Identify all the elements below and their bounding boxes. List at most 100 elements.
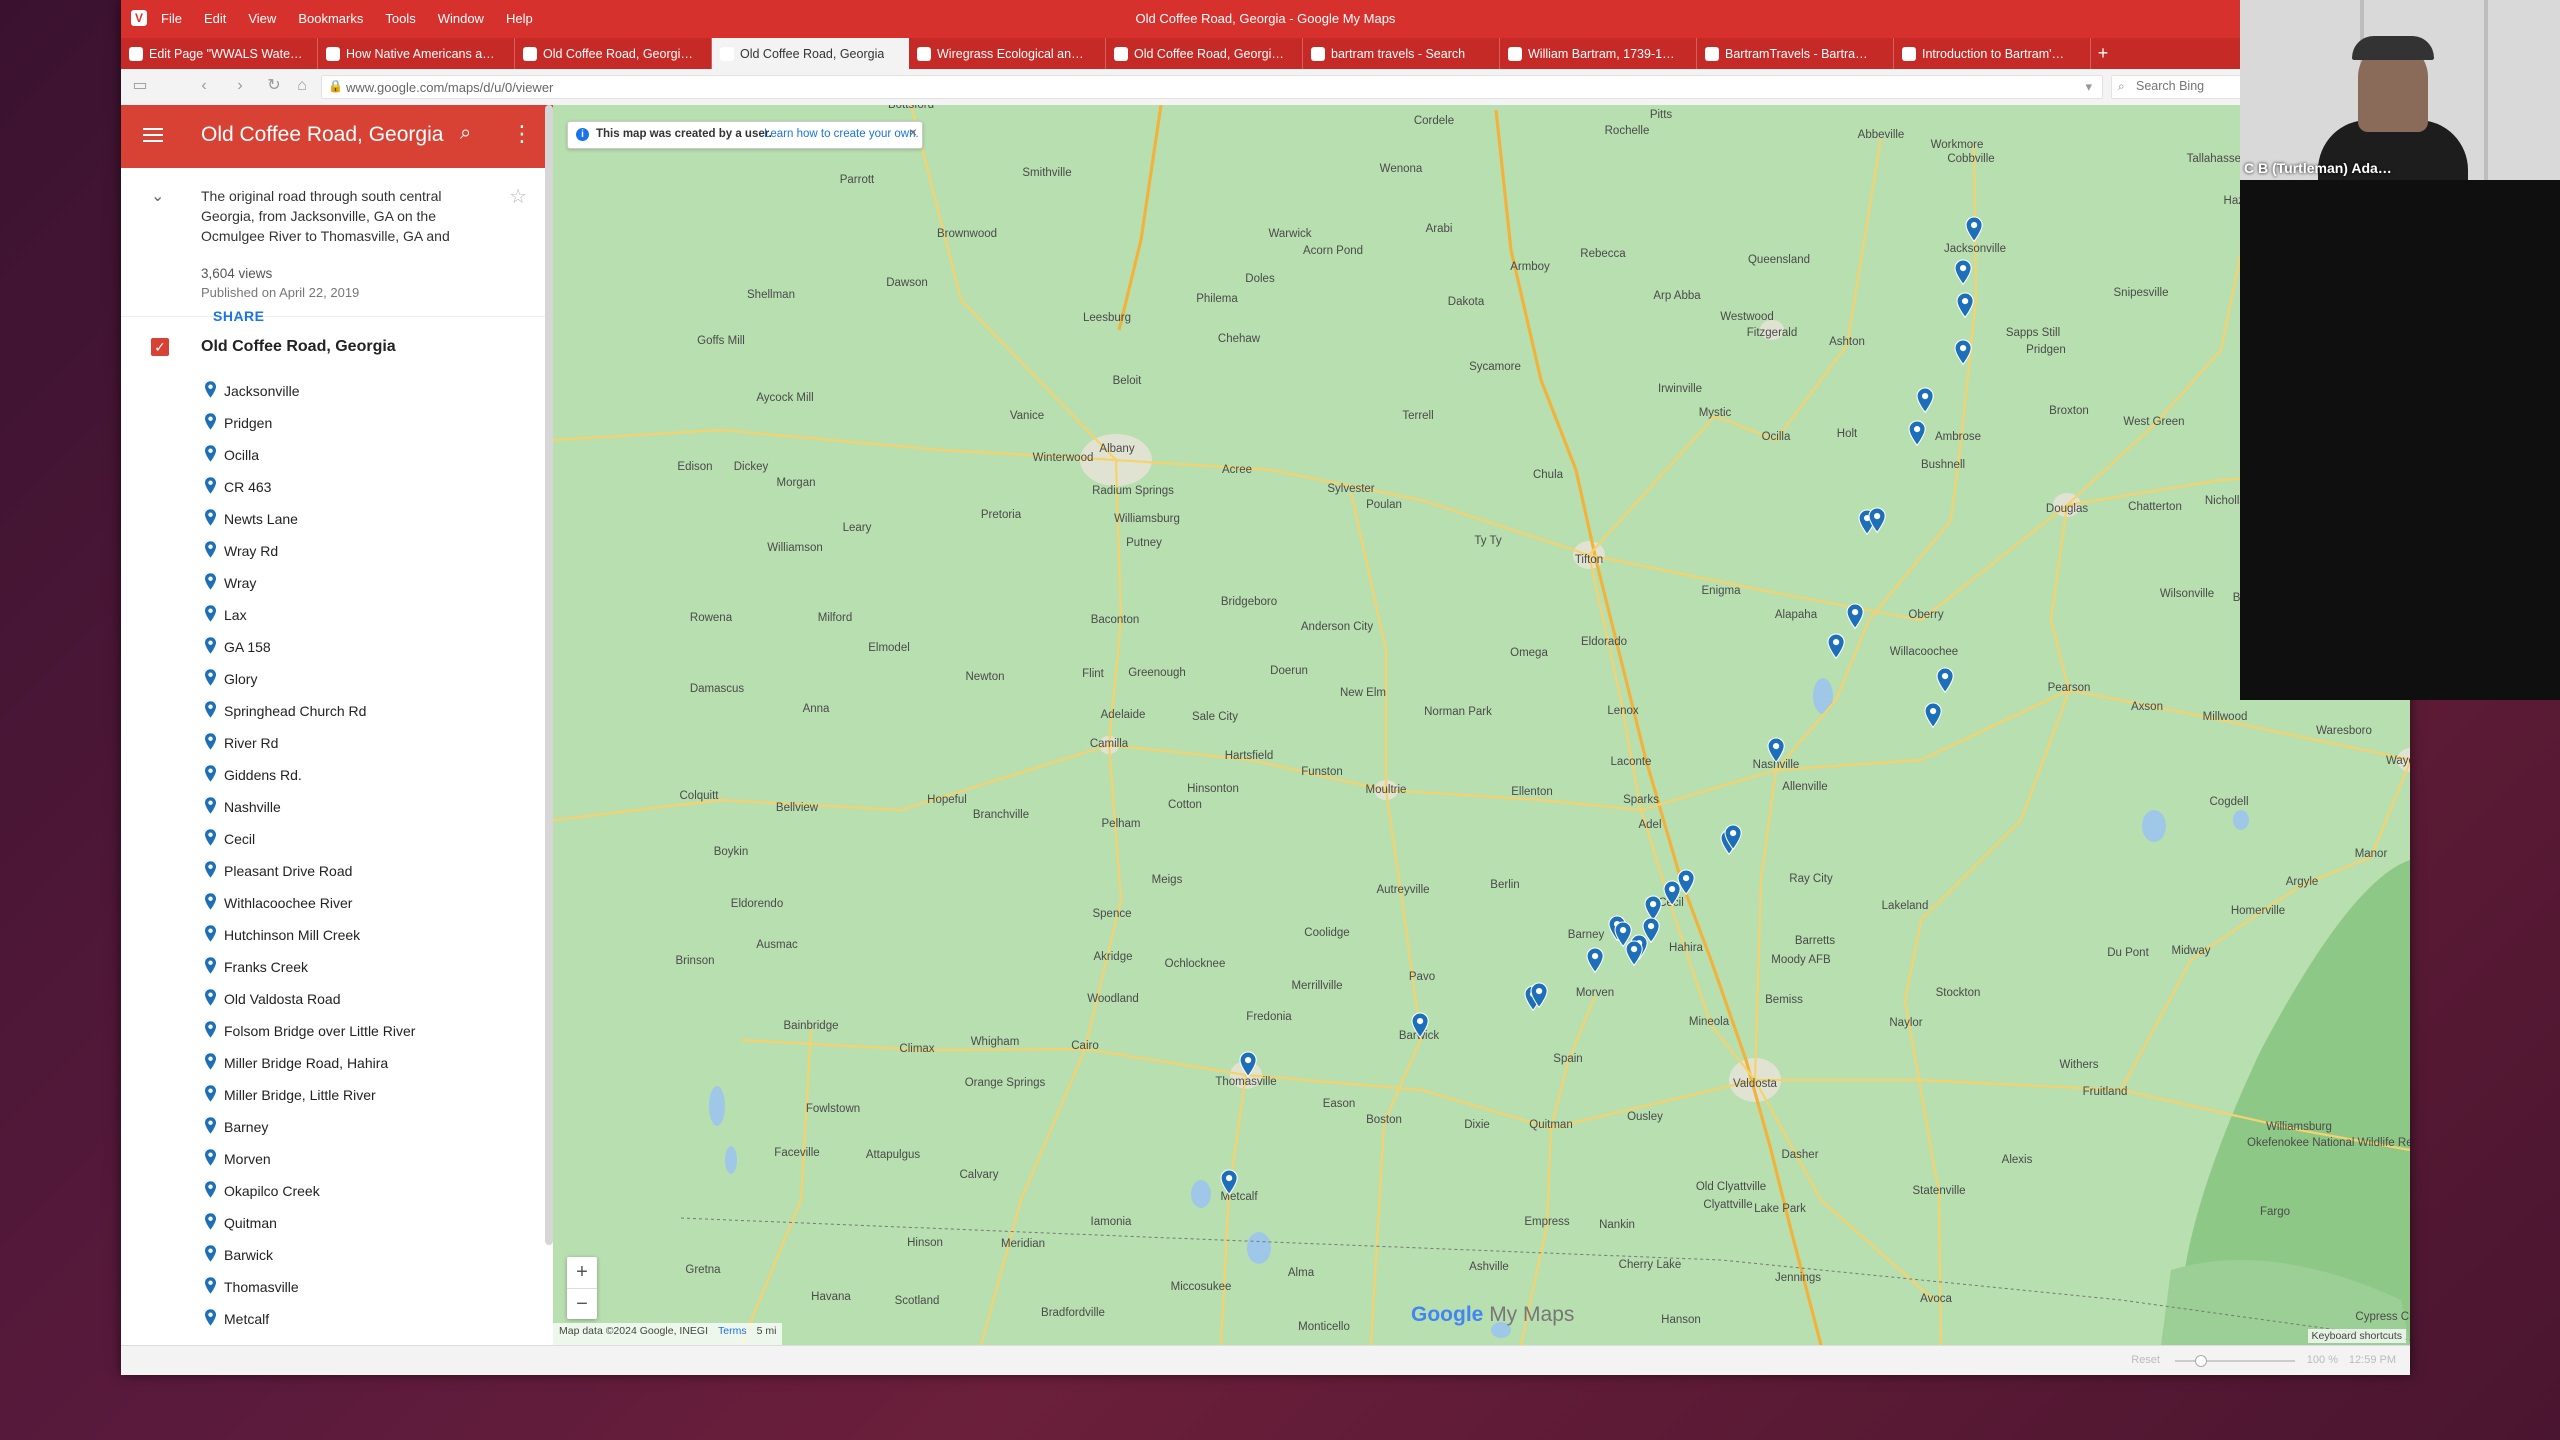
tab-7[interactable]: William Bartram, 1739-1… <box>1500 38 1697 69</box>
map-title: Old Coffee Road, Georgia <box>201 123 444 146</box>
tab-6[interactable]: bartram travels - Search <box>1303 38 1500 69</box>
list-item[interactable]: Glory <box>121 663 553 695</box>
tab-8[interactable]: BartramTravels - Bartra… <box>1697 38 1894 69</box>
map-place-label: Funston <box>1301 766 1343 778</box>
tab-4[interactable]: Wiregrass Ecological an… <box>909 38 1106 69</box>
map-place-label: Quitman <box>1529 1119 1572 1131</box>
search-icon[interactable]: ⌕ <box>460 122 471 145</box>
map-description: The original road through south central … <box>201 188 450 244</box>
map-marker-pin[interactable] <box>1625 940 1643 967</box>
list-item[interactable]: GA 158 <box>121 631 553 663</box>
zoom-level: 100 % <box>2306 1354 2338 1366</box>
list-item[interactable]: Franks Creek <box>121 951 553 983</box>
list-item[interactable]: Folsom Bridge over Little River <box>121 1015 553 1047</box>
map-pin-icon <box>205 1021 216 1041</box>
list-item[interactable]: Barney <box>121 1111 553 1143</box>
zoom-slider[interactable] <box>2175 1355 2295 1367</box>
tab-3[interactable]: Old Coffee Road, Georgia <box>712 38 909 69</box>
map-place-label: Chatterton <box>2128 501 2182 513</box>
map-place-label: Pearson <box>2048 682 2091 694</box>
list-item[interactable]: Miller Bridge, Little River <box>121 1079 553 1111</box>
map-marker-pin[interactable] <box>1586 947 1604 974</box>
map-marker-pin[interactable] <box>1956 292 1974 319</box>
list-item[interactable]: Jacksonville <box>121 375 553 407</box>
list-item[interactable]: Cecil <box>121 823 553 855</box>
map-place-label: Allenville <box>1782 781 1827 793</box>
list-item[interactable]: Barwick <box>121 1239 553 1271</box>
map-marker-pin[interactable] <box>1916 387 1934 414</box>
map-marker-pin[interactable] <box>1954 259 1972 286</box>
map-place-label: Jacksonville <box>1944 243 2006 255</box>
tab-5[interactable]: Old Coffee Road, Georgi… <box>1106 38 1303 69</box>
star-icon[interactable]: ☆ <box>509 184 527 209</box>
map-place-label: Hinsonton <box>1187 783 1239 795</box>
list-item[interactable]: Old Valdosta Road <box>121 983 553 1015</box>
map-place-label: Ellenton <box>1511 786 1553 798</box>
map-place-label: Terrell <box>1402 410 1433 422</box>
map-place-label: Fargo <box>2260 1206 2290 1218</box>
learn-more-link[interactable]: Learn how to create your own. <box>764 128 919 140</box>
tab-1[interactable]: How Native Americans a… <box>318 38 515 69</box>
chevron-down-icon[interactable]: ⌄ <box>151 186 164 206</box>
map-place-label: Boykin <box>714 846 749 858</box>
map-place-label: Tallahassee <box>2187 153 2248 165</box>
map-place-label: Williamsburg <box>1114 513 1180 525</box>
panels-icon[interactable]: ▭ <box>131 77 149 95</box>
map-place-label: Orange Springs <box>965 1077 1046 1089</box>
map-marker-pin[interactable] <box>1644 895 1662 922</box>
list-item[interactable]: Ocilla <box>121 439 553 471</box>
tab-9[interactable]: Introduction to Bartram'… <box>1894 38 2091 69</box>
place-label: Wray Rd <box>224 543 279 559</box>
list-item[interactable]: Wray <box>121 567 553 599</box>
list-item[interactable]: Newts Lane <box>121 503 553 535</box>
document-icon <box>1508 46 1522 61</box>
search-icon <box>1311 46 1325 61</box>
close-icon[interactable]: × <box>909 124 917 140</box>
list-item[interactable]: Pridgen <box>121 407 553 439</box>
list-item[interactable]: Nashville <box>121 791 553 823</box>
list-item[interactable]: Metcalf <box>121 1303 553 1335</box>
map-marker-pin[interactable] <box>1936 667 1954 694</box>
map-marker-pin[interactable] <box>1908 420 1926 447</box>
back-icon[interactable]: ‹ <box>195 77 213 95</box>
new-tab-button[interactable]: + <box>2091 38 2115 69</box>
map-marker-pin[interactable] <box>1846 603 1864 630</box>
terms-link[interactable]: Terms <box>718 1325 747 1343</box>
list-item[interactable]: Quitman <box>121 1207 553 1239</box>
map-marker-pin[interactable] <box>1965 216 1983 243</box>
list-item[interactable]: Pleasant Drive Road <box>121 855 553 887</box>
url-field[interactable]: 🔒 www.google.com/maps/d/u/0/viewer ▾ <box>321 75 2103 99</box>
list-item[interactable]: Thomasville <box>121 1271 553 1303</box>
list-item[interactable]: Lax <box>121 599 553 631</box>
place-label: Barwick <box>224 1247 274 1263</box>
home-icon[interactable]: ⌂ <box>293 77 311 95</box>
list-item[interactable]: CR 463 <box>121 471 553 503</box>
list-item[interactable]: Wray Rd <box>121 535 553 567</box>
list-item[interactable]: Hutchinson Mill Creek <box>121 919 553 951</box>
list-item[interactable]: Withlacoochee River <box>121 887 553 919</box>
tab-2[interactable]: Old Coffee Road, Georgi… <box>515 38 712 69</box>
list-item[interactable]: Giddens Rd. <box>121 759 553 791</box>
sidebar-scrollbar[interactable] <box>545 105 553 1245</box>
bookmark-icon[interactable]: ▾ <box>2085 79 2092 95</box>
zoom-out-button[interactable]: − <box>567 1289 597 1320</box>
list-item[interactable]: Miller Bridge Road, Hahira <box>121 1047 553 1079</box>
menu-icon[interactable] <box>143 125 163 145</box>
layer-checkbox[interactable]: ✓ <box>151 338 169 356</box>
map-place-label: Milford <box>818 612 853 624</box>
list-item[interactable]: Springhead Church Rd <box>121 695 553 727</box>
list-item[interactable]: Morven <box>121 1143 553 1175</box>
list-item[interactable]: Okapilco Creek <box>121 1175 553 1207</box>
map-canvas[interactable]: Bottsford Cordele Pitts Rochelle Abbeville Wo… <box>553 105 2410 1345</box>
keyboard-shortcuts-link[interactable]: Keyboard shortcuts <box>2307 1329 2406 1343</box>
map-marker-pin[interactable] <box>1827 633 1845 660</box>
map-marker-pin[interactable] <box>1924 702 1942 729</box>
forward-icon[interactable]: › <box>231 77 249 95</box>
more-options-icon[interactable]: ⋮ <box>511 121 533 147</box>
reload-icon[interactable]: ↻ <box>265 77 283 95</box>
zoom-reset-button[interactable]: Reset <box>2131 1354 2160 1366</box>
list-item[interactable]: River Rd <box>121 727 553 759</box>
tab-0[interactable]: Edit Page "WWALS Wate… <box>121 38 318 69</box>
map-place-label: Dawson <box>886 277 928 289</box>
zoom-in-button[interactable]: + <box>567 1257 597 1289</box>
